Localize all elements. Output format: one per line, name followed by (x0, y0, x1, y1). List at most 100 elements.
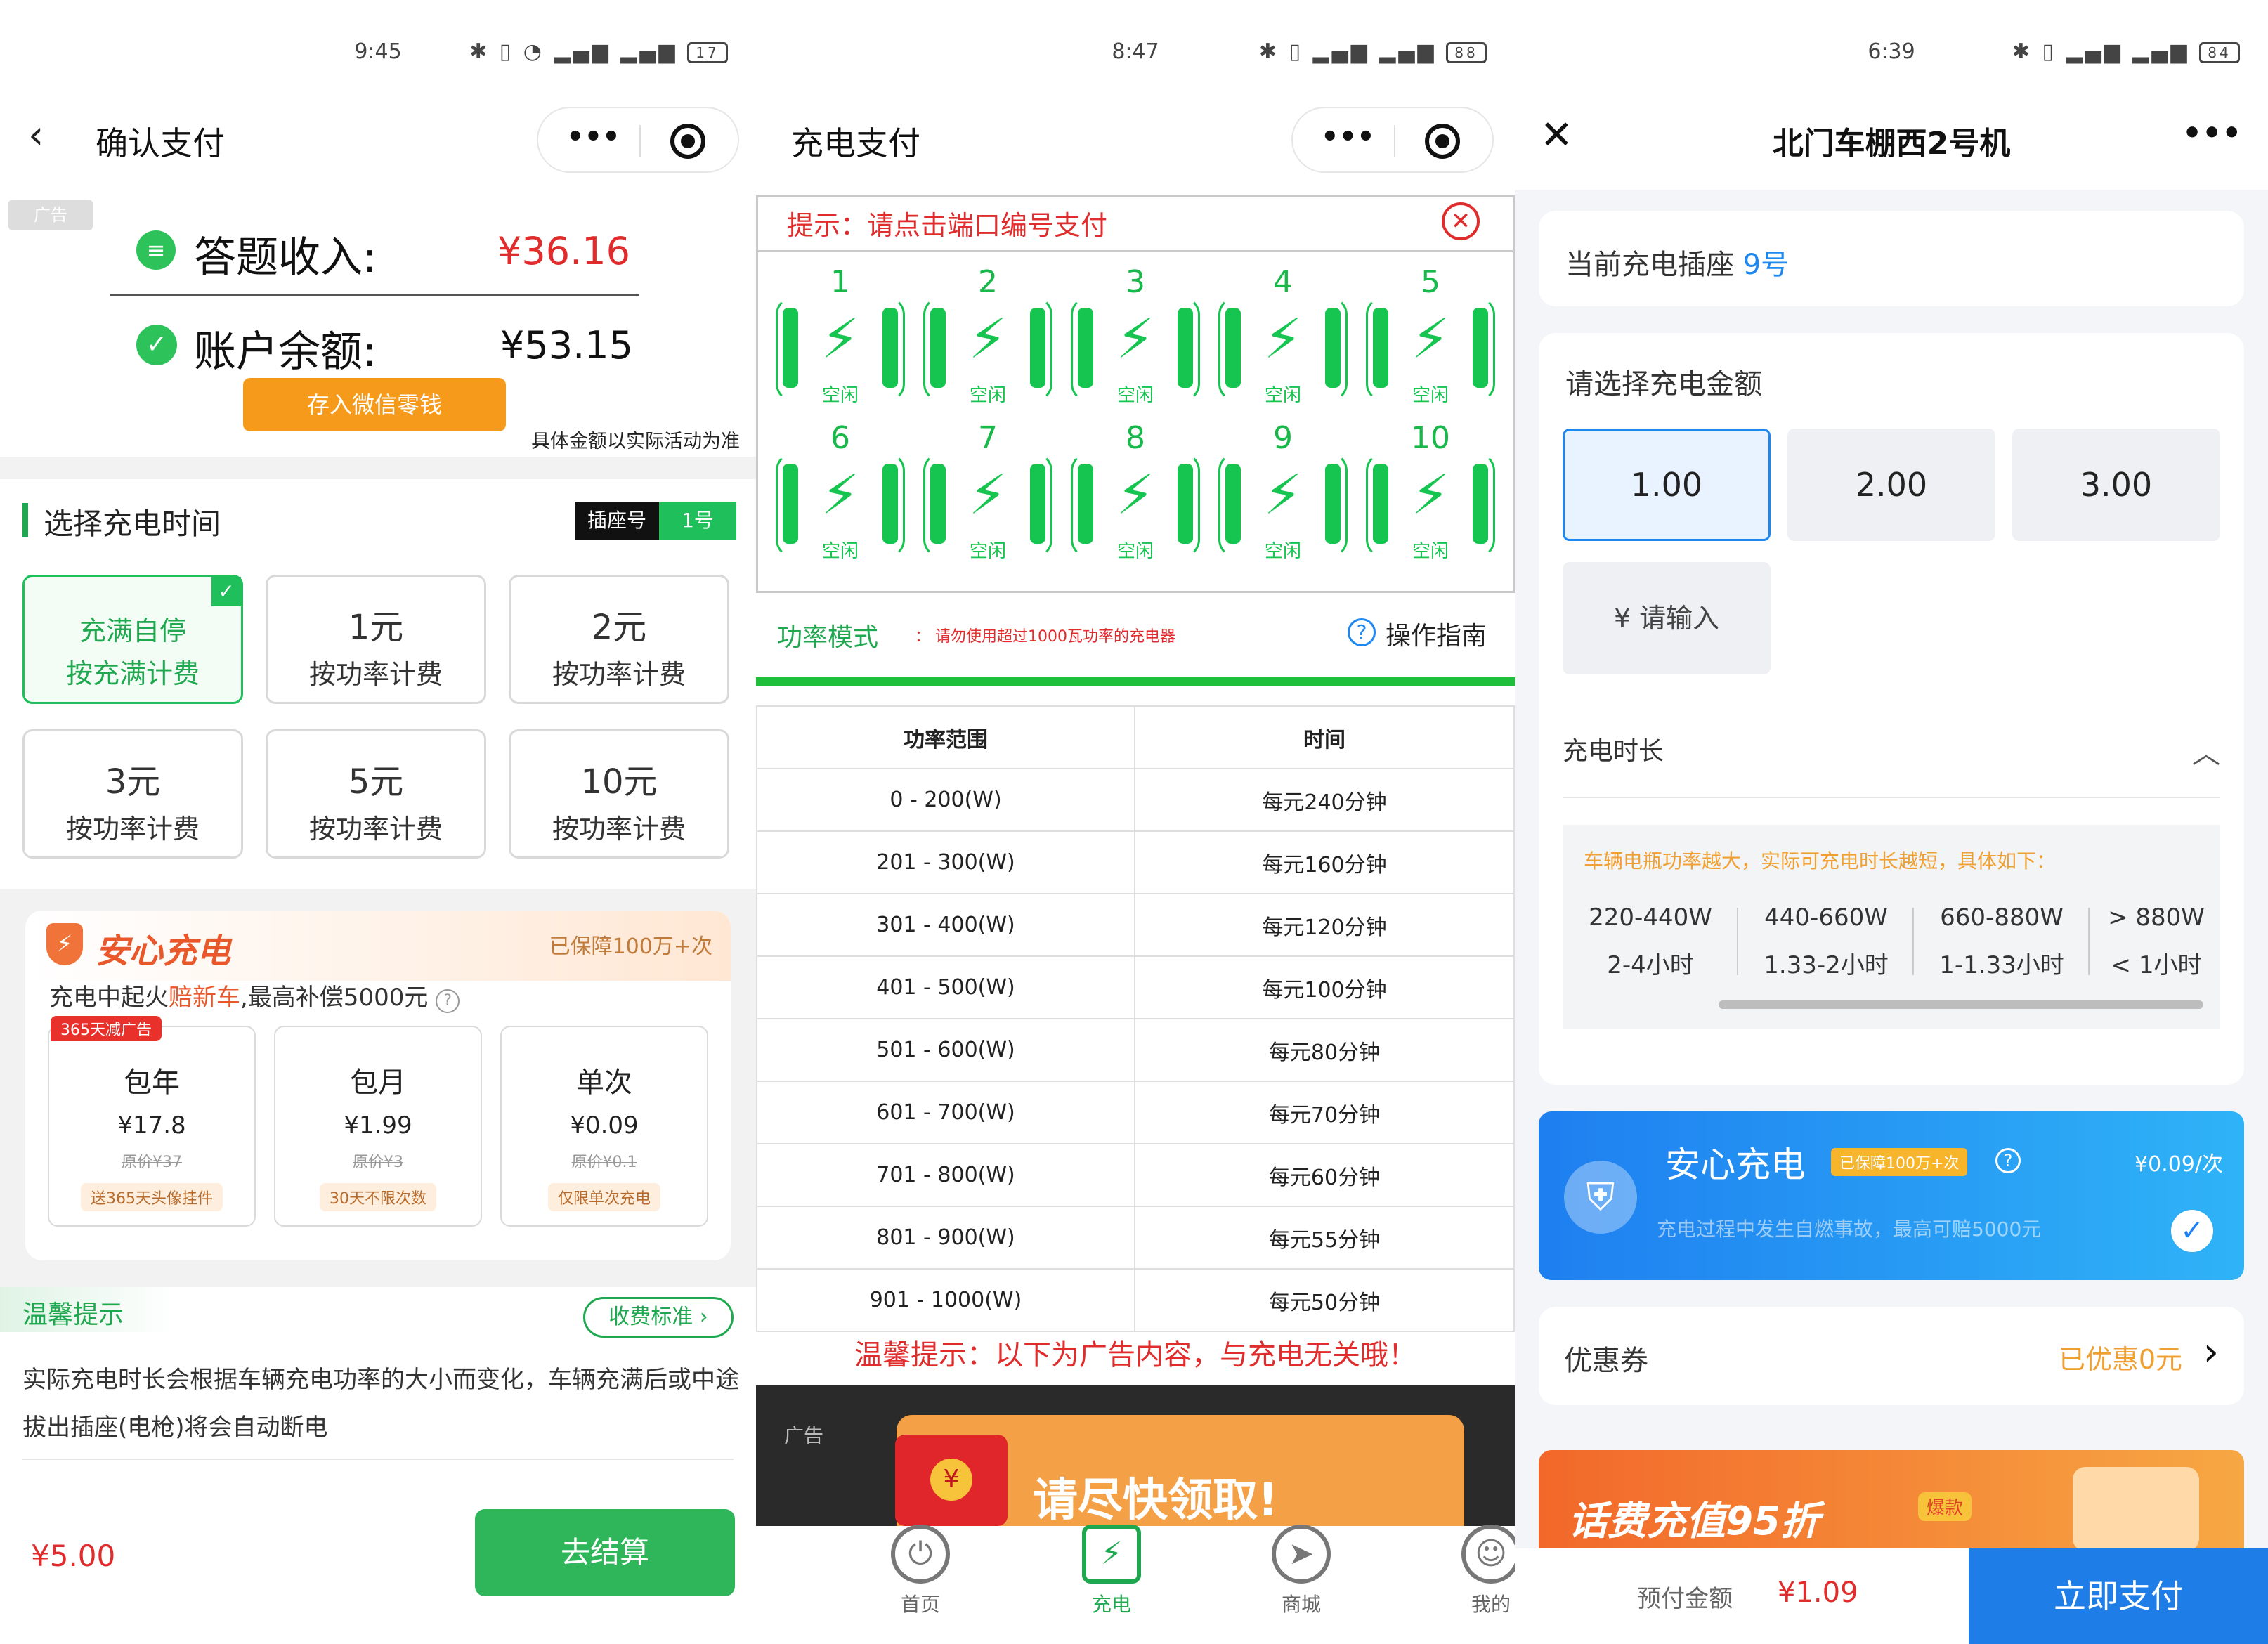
option-3-yuan[interactable]: 3元 按功率计费 (22, 729, 243, 859)
option-auto-stop[interactable]: 充满自停 按充满计费 ✓ (22, 575, 243, 704)
section-gap (0, 457, 756, 479)
chevron-right-icon: › (2203, 1329, 2219, 1375)
bolt-icon: ⚡ (968, 308, 1008, 371)
option-2-yuan[interactable]: 2元 按功率计费 (509, 575, 729, 704)
port-2[interactable]: 2 ⚡ 空闲 (918, 264, 1058, 412)
port-6[interactable]: 6 ⚡ 空闲 (770, 420, 911, 568)
socket-label: 插座号 (575, 502, 659, 540)
balance-label: 账户余额: (194, 327, 377, 377)
back-icon[interactable]: ‹ (28, 112, 44, 158)
port-1[interactable]: 1 ⚡ 空闲 (770, 264, 911, 412)
status-icons: ✱ ▯ ▂▄▆ ▂▄▆ 88 (1259, 39, 1487, 64)
chevron-up-icon[interactable]: ︿ (2192, 731, 2220, 771)
mini-program-capsule: ••• (1291, 107, 1494, 173)
amount-input[interactable]: ¥ 请输入 (1563, 562, 1771, 674)
close-icon[interactable]: ✕ (1442, 202, 1480, 240)
insurance-badge: 已保障100万+次 (1831, 1148, 1968, 1176)
more-icon[interactable]: ••• (2182, 115, 2241, 151)
coupon-row[interactable]: 优惠券 已优惠0元 › (1539, 1307, 2244, 1405)
nav-home[interactable]: ⏻ 首页 (850, 1525, 991, 1617)
horizontal-scrollbar[interactable] (1719, 1000, 2203, 1009)
bolt-icon: ⚡ (1411, 308, 1450, 371)
total-amount: ¥5.00 (31, 1539, 116, 1573)
more-icon[interactable]: ••• (566, 121, 620, 153)
bolt-icon: ⚡ (1116, 308, 1155, 371)
ad-tag: 广告 (784, 1424, 824, 1447)
option-5-yuan[interactable]: 5元 按功率计费 (266, 729, 486, 859)
ad-banner[interactable]: 广告 ¥ 请尽快领取! (756, 1385, 1515, 1527)
insurance-card[interactable]: ⛨ 安心充电 已保障100万+次 ? ¥0.09/次 充电过程中发生自燃事故，最… (1539, 1111, 2244, 1280)
income-value: ¥36.16 (497, 229, 630, 273)
charge-icon: ⚡ (1082, 1525, 1141, 1584)
duration-note: 车辆电瓶功率越大，实际可充电时长越短，具体如下： (1584, 849, 2057, 873)
help-icon[interactable]: ? (1348, 618, 1376, 646)
plan-monthly[interactable]: 包月 ¥1.99 原价¥3 30天不限次数 (274, 1026, 482, 1227)
plug-icon: ⏻ (891, 1525, 950, 1584)
table-row: 501 - 600(W) 每元80分钟 (756, 1018, 1515, 1082)
duration-table: 车辆电瓶功率越大，实际可充电时长越短，具体如下： 220-440W 2-4小时 4… (1563, 825, 2220, 1029)
option-10-yuan[interactable]: 10元 按功率计费 (509, 729, 729, 859)
divider (110, 294, 639, 296)
phone-illustration-icon (2073, 1467, 2199, 1551)
insurance-card: ⚡ 安心充电 已保障100万+次 充电中起火赔新车,最高补偿5000元 ? 包年… (25, 911, 731, 1260)
table-row: 801 - 900(W) 每元55分钟 (756, 1206, 1515, 1270)
port-5[interactable]: 5 ⚡ 空闲 (1360, 264, 1501, 412)
tips-title: 温馨提示 (22, 1300, 124, 1329)
slab-1: 220-440W 2-4小时 (1589, 903, 1712, 979)
nav-charge[interactable]: ⚡ 充电 (1041, 1525, 1182, 1617)
status-icons: ✱ ▯ ▂▄▆ ▂▄▆ 84 (2012, 39, 2240, 64)
deposit-wechat-button[interactable]: 存入微信零钱 (243, 378, 506, 431)
page-title: 充电支付 (791, 124, 920, 162)
table-row: 401 - 500(W) 每元100分钟 (756, 955, 1515, 1019)
slab-2: 440-660W 1.33-2小时 (1764, 903, 1889, 979)
option-1-yuan[interactable]: 1元 按功率计费 (266, 575, 486, 704)
help-icon[interactable]: ? (436, 989, 460, 1013)
ad-banner[interactable]: 话费充值95折 爆款 (1539, 1450, 2244, 1551)
insurance-desc: 充电过程中发生自燃事故，最高可赔5000元 (1657, 1218, 2042, 1241)
amount-option-2[interactable]: 2.00 (1787, 429, 1995, 541)
more-icon[interactable]: ••• (1321, 121, 1375, 153)
plan-single[interactable]: 单次 ¥0.09 原价¥0.1 仅限单次充电 (500, 1026, 708, 1227)
panel-confirm-payment: 9:45 ✱ ▯ ◔ ▂▄▆ ▂▄▆ 17 ‹ 确认支付 ••• 广告 ≡ 答题… (0, 0, 756, 1644)
hint-text: 提示：请点击端口编号支付 (787, 210, 1108, 241)
section-title: 选择充电时间 (44, 507, 221, 541)
prepay-value: ¥1.09 (1778, 1577, 1858, 1609)
plan-yearly[interactable]: 包年 ¥17.8 原价¥37 送365天头像挂件 (48, 1026, 256, 1227)
ad-tag[interactable]: 广告 (8, 200, 93, 230)
coupon-value: 已优惠0元 (2058, 1344, 2182, 1375)
bolt-icon: ⚡ (1411, 464, 1450, 527)
port-8[interactable]: 8 ⚡ 空闲 (1065, 420, 1206, 568)
power-table: 功率范围 时间 0 - 200(W) 每元240分钟 201 - 300(W) 每元1… (756, 705, 1515, 1332)
panel-charger-order: 6:39 ✱ ▯ ▂▄▆ ▂▄▆ 84 ✕ 北门车棚西2号机 ••• 当前充电插… (1515, 0, 2268, 1644)
port-7[interactable]: 7 ⚡ 空闲 (918, 420, 1058, 568)
amount-option-1[interactable]: 1.00 (1563, 429, 1771, 541)
mode-warning: ： 请勿使用超过1000瓦功率的充电器 (915, 628, 1175, 646)
port-10[interactable]: 10 ⚡ 空闲 (1360, 420, 1501, 568)
table-row: 901 - 1000(W) 每元50分钟 (756, 1268, 1515, 1332)
selected-check-icon: ✓ (211, 577, 241, 606)
checked-icon[interactable]: ✓ (2171, 1210, 2213, 1252)
table-row: 701 - 800(W) 每元60分钟 (756, 1143, 1515, 1207)
help-icon[interactable]: ? (1995, 1148, 2021, 1173)
status-bar: 9:45 ✱ ▯ ◔ ▂▄▆ ▂▄▆ 17 (0, 35, 756, 77)
socket-value: 9号 (1742, 249, 1790, 281)
amount-option-3[interactable]: 3.00 (2012, 429, 2220, 541)
close-mini-program-icon[interactable] (670, 124, 705, 159)
ad-badge: 爆款 (1918, 1492, 1972, 1521)
close-mini-program-icon[interactable] (1425, 124, 1460, 159)
pay-now-button[interactable]: 立即支付 (1969, 1548, 2268, 1644)
fee-standard-button[interactable]: 收费标准 › (583, 1297, 734, 1338)
shield-icon: ⚡ (46, 923, 83, 965)
status-bar: 8:47 ✱ ▯ ▂▄▆ ▂▄▆ 88 (756, 35, 1515, 77)
nav-mine[interactable]: ☺ 我的 (1421, 1525, 1515, 1617)
user-icon: ☺ (1461, 1525, 1515, 1584)
checkout-button[interactable]: 去结算 (475, 1509, 735, 1596)
nav-mall[interactable]: ➤ 商城 (1231, 1525, 1371, 1617)
port-3[interactable]: 3 ⚡ 空闲 (1065, 264, 1206, 412)
shield-icon: ⛨ (1564, 1161, 1637, 1234)
guide-link[interactable]: 操作指南 (1386, 615, 1487, 652)
port-4[interactable]: 4 ⚡ 空闲 (1213, 264, 1353, 412)
coupon-label: 优惠券 (1564, 1345, 1648, 1377)
port-9[interactable]: 9 ⚡ 空闲 (1213, 420, 1353, 568)
income-label: 答题收入: (194, 233, 377, 282)
